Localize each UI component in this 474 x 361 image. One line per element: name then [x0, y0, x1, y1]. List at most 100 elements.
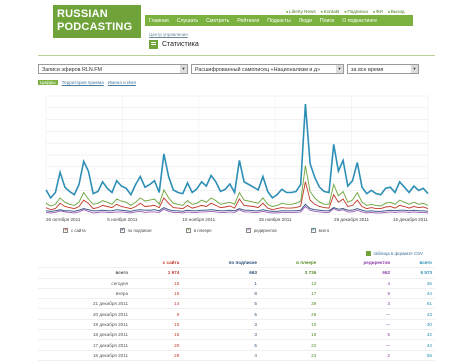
site-logo[interactable]: RUSSIAN PODCASTING — [53, 5, 141, 38]
row-label: 21 декабря 2011 — [38, 298, 132, 310]
cell-subscr: 8 — [182, 288, 260, 300]
episode-select-value: Расшифрованный самописец «Национализм и … — [195, 67, 321, 73]
episode-select[interactable]: Расшифрованный самописец «Национализм и … — [191, 64, 344, 74]
cell-player: 23 — [259, 350, 320, 361]
cell-total: 58 — [393, 350, 435, 361]
cell-player: 10 — [259, 319, 320, 331]
main-nav: Главная Слушать Смотреть Рейтинги Подкас… — [145, 15, 413, 26]
cell-site: 29 — [131, 350, 183, 361]
cell-site: 20 — [131, 339, 183, 351]
cell-redirect: — — [319, 339, 394, 351]
row-label: 18 декабря 2011 — [38, 329, 132, 341]
filter-bar: Записи эфиров RLN.FM ▼ Расшифрованный са… — [38, 64, 419, 74]
table-row: вчера 15 8 17 9 44 — [38, 288, 435, 300]
feed-select-value: Записи эфиров RLN.FM — [42, 67, 103, 73]
csv-link-label: таблица в формате CSV — [373, 251, 423, 256]
csv-link[interactable]: таблица в формате CSV — [366, 251, 423, 256]
cell-redirect: — — [319, 308, 394, 320]
cell-subscr: 3 — [182, 329, 260, 341]
nav-item-podcasts[interactable]: Подкасты — [263, 18, 295, 24]
legend-label: в плеере — [193, 228, 212, 233]
stats-line-chart: 26 октября 2011 5 ноября 2011 15 ноября 20… — [45, 95, 429, 222]
chevron-down-icon: ▼ — [180, 65, 187, 73]
table-header-row: с сайта по подписке в плеере редиректов … — [38, 258, 435, 269]
feed-select[interactable]: Записи эфиров RLN.FM ▼ — [38, 64, 188, 74]
page-title: Статистика — [149, 40, 199, 49]
cell-total: 44 — [393, 288, 435, 300]
checkbox-icon[interactable] — [63, 227, 68, 233]
row-label: вчера — [38, 288, 132, 300]
cell-player: 19 — [259, 329, 320, 341]
cell-site: 10 — [131, 319, 183, 331]
tab-territory[interactable]: Территория приема — [62, 80, 104, 85]
cell-player: 3 736 — [259, 267, 320, 279]
cell-player: 13 — [259, 278, 320, 289]
toplink-4[interactable]: ФИ — [373, 9, 383, 14]
legend-item-redirect[interactable]: редиректов — [245, 227, 277, 233]
legend-label: с сайта — [71, 228, 86, 233]
nav-item-people[interactable]: Люди — [295, 18, 316, 24]
x-tick-label: 15 декабря 2011 — [393, 217, 429, 222]
view-tabs: Цифры Территория приема Имена и Имя — [38, 80, 136, 85]
row-label: 19 декабря 2011 — [38, 319, 132, 331]
period-select-value: за все время — [351, 67, 384, 73]
series-line-site — [45, 181, 429, 211]
checkbox-icon[interactable] — [310, 227, 316, 233]
cell-subscr: 1 — [182, 278, 260, 289]
toplink-3[interactable]: Подписка — [344, 9, 367, 14]
column-header-site: с сайта — [131, 258, 183, 269]
toplink-1[interactable]: Liberty News — [286, 9, 316, 14]
nav-item-ratings[interactable]: Рейтинги — [233, 18, 263, 24]
chevron-down-icon: ▼ — [336, 65, 343, 73]
cell-subscr: 4 — [182, 350, 260, 361]
toplink-5[interactable]: Выход — [388, 9, 405, 14]
top-links: Liberty News Kontakt Подписка ФИ Выход — [286, 9, 405, 14]
column-header-total: всего — [393, 258, 435, 269]
nav-item-about[interactable]: О подкастинге — [338, 18, 381, 24]
cell-total: 6 573 — [393, 267, 435, 279]
column-header-subscr: по подписке — [182, 258, 260, 269]
table-row: 18 декабря 2011 15 3 19 5 42 — [38, 329, 435, 341]
divider — [38, 55, 435, 56]
cell-redirect: 9 — [319, 288, 394, 300]
tab-names[interactable]: Имена и Имя — [108, 80, 136, 85]
x-tick-label: 25 ноября 2011 — [259, 217, 292, 222]
cell-site: 1 974 — [131, 267, 183, 279]
chevron-down-icon: ▼ — [411, 65, 418, 73]
legend-item-player[interactable]: в плеере — [185, 227, 212, 233]
toplink-2[interactable]: Kontakt — [321, 9, 340, 14]
period-select[interactable]: за все время ▼ — [347, 64, 419, 74]
checkbox-icon[interactable] — [119, 227, 125, 233]
logo-line-2: PODCASTING — [57, 21, 133, 33]
cell-total: 43 — [393, 308, 435, 320]
legend-item-subscr[interactable]: по подписке — [119, 227, 152, 233]
table-row: 16 декабря 2011 29 4 23 2 58 — [38, 350, 435, 361]
nav-item-home[interactable]: Главная — [145, 18, 173, 24]
legend-item-site[interactable]: с сайта — [63, 227, 86, 233]
checkbox-icon[interactable] — [185, 227, 191, 233]
cell-redirect: 3 — [319, 298, 394, 310]
checkbox-icon[interactable] — [245, 227, 251, 233]
x-tick-label: 15 ноября 2011 — [182, 217, 215, 222]
cell-site: 9 — [131, 308, 183, 320]
legend-item-total[interactable]: всего — [310, 227, 329, 233]
cell-redirect: — — [319, 319, 394, 331]
cell-subscr: 663 — [182, 267, 260, 279]
breadcrumb[interactable]: Центр управления — [149, 32, 188, 37]
cell-total: 30 — [393, 319, 435, 331]
cell-redirect: 4 — [319, 278, 394, 289]
cell-redirect: 2 — [319, 350, 394, 361]
nav-item-watch[interactable]: Смотреть — [202, 18, 233, 24]
series-line-total — [45, 103, 429, 200]
row-label: 20 декабря 2011 — [38, 308, 132, 320]
tab-numbers[interactable]: Цифры — [38, 80, 58, 85]
cell-player: 29 — [259, 308, 320, 320]
table-row: 17 декабря 2011 20 5 22—44 — [38, 339, 435, 351]
nav-item-search[interactable]: Поиск — [316, 18, 338, 24]
table-row: сегодня 15 1 13 4 36 — [38, 278, 435, 289]
table-row: 21 декабря 2011 14 5 39 3 61 — [38, 298, 435, 310]
cell-redirect: 662 — [319, 267, 394, 279]
nav-item-listen[interactable]: Слушать — [173, 18, 202, 24]
legend-label: редиректов — [253, 228, 277, 233]
cell-subscr: 5 — [182, 298, 260, 310]
